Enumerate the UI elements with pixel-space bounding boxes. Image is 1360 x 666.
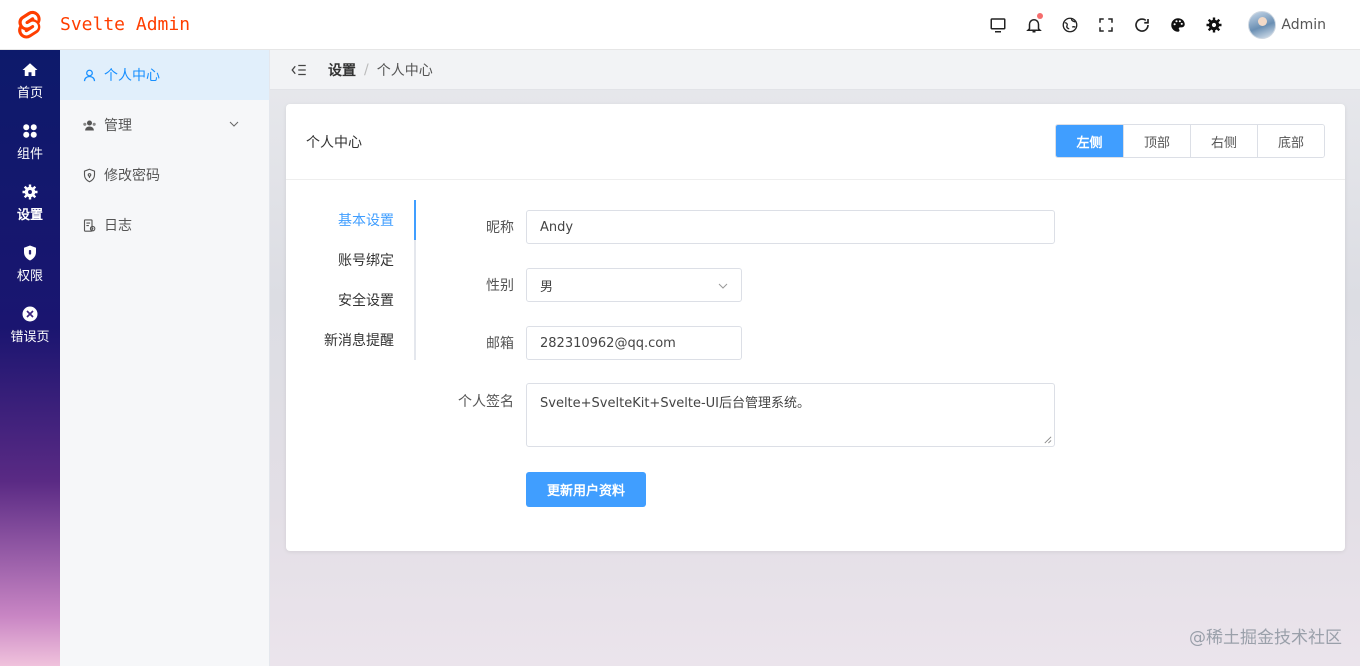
log-icon: [83, 218, 96, 232]
nav-item-label: 设置: [16, 207, 43, 223]
nav-item-components[interactable]: 组件: [0, 111, 60, 172]
home-icon: [22, 62, 38, 76]
position-left-button[interactable]: 左侧: [1056, 125, 1123, 157]
tab-basic-settings[interactable]: 基本设置: [306, 200, 416, 240]
bell-icon[interactable]: [1016, 7, 1052, 43]
card-title: 个人中心: [306, 134, 362, 151]
gender-row: 性别 男: [446, 268, 742, 302]
submenu-item-label: 管理: [104, 118, 132, 134]
update-profile-button[interactable]: 更新用户资料: [526, 472, 646, 507]
tab-position-selector: 左侧 顶部 右侧 底部: [1055, 124, 1325, 158]
settings-tabs: 基本设置 账号绑定 安全设置 新消息提醒: [306, 200, 416, 360]
email-label: 邮箱: [486, 336, 514, 352]
breadcrumb: 设置 / 个人中心: [270, 50, 1360, 90]
svelte-logo-icon[interactable]: [0, 0, 60, 50]
signature-text: Svelte+SvelteKit+Svelte-UI后台管理系统。: [540, 396, 811, 411]
header-toolbar: Admin: [980, 0, 1360, 50]
watermark: @稀土掘金技术社区: [1189, 628, 1342, 648]
position-bottom-button[interactable]: 底部: [1257, 125, 1324, 157]
menu-collapse-icon[interactable]: [290, 61, 308, 79]
email-row: 邮箱 282310962@qq.com: [446, 326, 742, 360]
breadcrumb-separator: /: [364, 61, 369, 78]
submenu-item-label: 日志: [104, 218, 132, 234]
submenu-sidebar: 个人中心 管理 修改密码 日志: [60, 50, 270, 666]
position-right-button[interactable]: 右侧: [1190, 125, 1257, 157]
users-icon: [83, 120, 96, 130]
signature-label: 个人签名: [458, 394, 514, 410]
gender-label: 性别: [486, 278, 514, 294]
signature-row: 个人签名 Svelte+SvelteKit+Svelte-UI后台管理系统。: [446, 383, 1055, 447]
profile-card: 个人中心 左侧 顶部 右侧 底部 基本设置 账号绑定 安全设置 新消息提醒 昵称…: [286, 104, 1345, 551]
monitor-icon[interactable]: [980, 7, 1016, 43]
app-header: Svelte Admin Admin: [0, 0, 1360, 50]
nav-item-label: 权限: [16, 268, 43, 284]
submenu-item-change-password[interactable]: 修改密码: [60, 150, 269, 200]
card-header: 个人中心 左侧 顶部 右侧 底部: [286, 104, 1345, 180]
email-field[interactable]: 282310962@qq.com: [526, 326, 742, 360]
gear-icon: [22, 184, 38, 199]
user-icon: [83, 69, 96, 81]
chevron-down-icon: [718, 283, 728, 289]
nav-item-permission[interactable]: 权限: [0, 233, 60, 294]
main-content: 设置 / 个人中心 个人中心 左侧 顶部 右侧 底部 基本设置 账号绑定 安全设…: [270, 50, 1360, 666]
submenu-item-profile[interactable]: 个人中心: [60, 50, 269, 100]
fullscreen-icon[interactable]: [1088, 7, 1124, 43]
nickname-input[interactable]: Andy: [526, 210, 1055, 244]
submenu-item-log[interactable]: 日志: [60, 200, 269, 250]
nav-item-label: 组件: [16, 146, 43, 162]
gender-select-value: 男: [540, 279, 554, 295]
nav-item-settings[interactable]: 设置: [0, 172, 60, 233]
tab-message-notification[interactable]: 新消息提醒: [306, 320, 414, 360]
chevron-down-icon[interactable]: [228, 118, 240, 130]
close-circle-icon: [22, 306, 38, 321]
palette-icon[interactable]: [1160, 7, 1196, 43]
grid-icon: [23, 123, 37, 138]
breadcrumb-current: 个人中心: [376, 62, 433, 79]
nav-item-label: 错误页: [10, 329, 50, 345]
avatar: [1248, 11, 1277, 39]
nickname-row: 昵称 Andy: [446, 210, 1055, 244]
nav-item-home[interactable]: 首页: [0, 50, 60, 111]
shield-lock-icon: [83, 168, 96, 182]
breadcrumb-parent[interactable]: 设置: [328, 60, 356, 80]
submenu-item-label: 修改密码: [104, 168, 160, 184]
refresh-icon[interactable]: [1124, 7, 1160, 43]
tab-account-binding[interactable]: 账号绑定: [306, 240, 414, 280]
submenu-item-label: 个人中心: [104, 68, 160, 84]
gender-select[interactable]: 男: [526, 268, 742, 302]
tab-security-settings[interactable]: 安全设置: [306, 280, 414, 320]
submenu-item-manage[interactable]: 管理: [60, 100, 269, 150]
app-title: Svelte Admin: [60, 14, 191, 35]
signature-textarea[interactable]: Svelte+SvelteKit+Svelte-UI后台管理系统。: [526, 383, 1055, 447]
position-top-button[interactable]: 顶部: [1123, 125, 1190, 157]
nickname-label: 昵称: [486, 220, 514, 236]
shield-icon: [24, 245, 36, 260]
nav-item-label: 首页: [16, 85, 43, 101]
nav-item-error-page[interactable]: 错误页: [0, 294, 60, 355]
language-icon[interactable]: [1052, 7, 1088, 43]
user-menu[interactable]: Admin: [1248, 11, 1326, 39]
resize-handle-icon[interactable]: [1043, 435, 1052, 444]
primary-nav: 首页 组件 设置 权限 错误页: [0, 50, 60, 666]
gear-icon[interactable]: [1196, 7, 1232, 43]
user-name: Admin: [1281, 17, 1326, 33]
